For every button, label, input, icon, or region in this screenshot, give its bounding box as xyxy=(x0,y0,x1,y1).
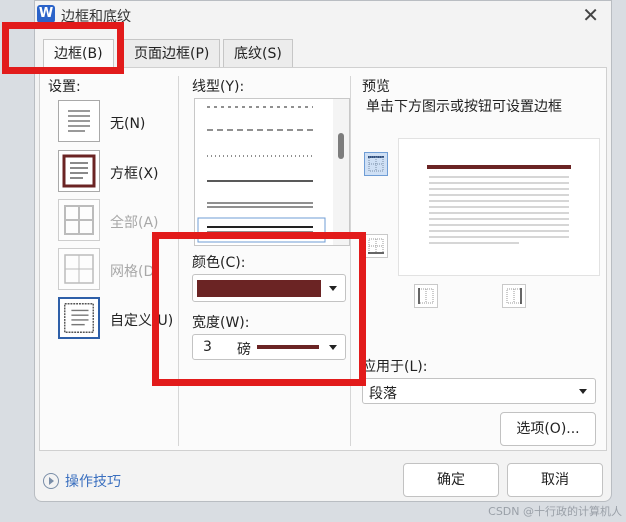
chevron-down-icon xyxy=(329,345,337,350)
settings-label: 设置: xyxy=(48,79,81,95)
bottom-border-button-icon[interactable] xyxy=(364,234,388,258)
line-style-list[interactable] xyxy=(194,98,350,246)
tab-bar: 边框(B) 页面边框(P) 底纹(S) xyxy=(35,39,611,70)
preview-hint: 单击下方图示或按钮可设置边框 xyxy=(366,99,562,115)
apply-to-value: 段落 xyxy=(369,386,397,402)
width-line-sample xyxy=(257,345,319,349)
width-label: 宽度(W): xyxy=(192,315,250,331)
width-dropdown[interactable]: 3 磅 xyxy=(192,334,346,360)
tab-borders[interactable]: 边框(B) xyxy=(43,39,114,70)
line-style-label: 线型(Y): xyxy=(192,79,245,95)
wps-app-icon: W xyxy=(37,5,55,23)
line-style-scrollbar[interactable] xyxy=(333,99,349,245)
watermark-text: CSDN @十行政的计算机人 xyxy=(488,505,622,518)
chevron-down-icon xyxy=(579,389,587,394)
column-divider-right xyxy=(350,76,351,446)
width-value: 3 xyxy=(203,339,212,355)
setting-box-label: 方框(X) xyxy=(110,166,159,182)
borders-shading-dialog: W 边框和底纹 ✕ 边框(B) 页面边框(P) 底纹(S) 设置: 无(N) 方… xyxy=(34,0,612,502)
setting-grid-label: 网格(D) xyxy=(110,264,160,280)
setting-none-label: 无(N) xyxy=(110,116,146,132)
apply-to-label: 应用于(L): xyxy=(362,359,428,375)
setting-custom-icon[interactable] xyxy=(58,297,100,339)
color-swatch xyxy=(197,280,321,297)
play-circle-icon xyxy=(43,473,59,489)
dialog-title: 边框和底纹 xyxy=(61,9,131,25)
color-dropdown[interactable] xyxy=(192,274,346,302)
ok-button[interactable]: 确定 xyxy=(403,463,499,497)
setting-box-icon[interactable] xyxy=(58,150,100,192)
title-bar: W 边框和底纹 ✕ xyxy=(35,1,611,31)
color-label: 颜色(C): xyxy=(192,255,246,271)
column-divider-left xyxy=(178,76,179,446)
cancel-button[interactable]: 取消 xyxy=(507,463,603,497)
close-icon[interactable]: ✕ xyxy=(582,3,599,27)
top-border-button-icon[interactable] xyxy=(364,152,388,176)
apply-to-dropdown[interactable]: 段落 xyxy=(362,378,596,404)
setting-none-icon[interactable] xyxy=(58,100,100,142)
preview-area[interactable] xyxy=(398,138,600,276)
chevron-down-icon xyxy=(329,286,337,291)
setting-all-label: 全部(A) xyxy=(110,215,159,231)
borders-panel: 设置: 无(N) 方框(X) 全部(A) 网格(D) 自定义(U) 线型(Y):… xyxy=(39,67,607,451)
tab-page-border[interactable]: 页面边框(P) xyxy=(123,39,221,68)
tab-shading[interactable]: 底纹(S) xyxy=(223,39,293,68)
setting-custom-label: 自定义(U) xyxy=(110,313,174,329)
tips-label: 操作技巧 xyxy=(65,474,121,490)
preview-label: 预览 xyxy=(362,79,390,95)
setting-all-icon[interactable] xyxy=(58,199,100,241)
width-unit: 磅 xyxy=(237,342,251,358)
line-style-scroll-thumb[interactable] xyxy=(338,133,344,159)
options-button[interactable]: 选项(O)... xyxy=(500,412,596,446)
right-border-button-icon[interactable] xyxy=(502,284,526,308)
left-border-button-icon[interactable] xyxy=(414,284,438,308)
setting-grid-icon[interactable] xyxy=(58,248,100,290)
tips-link[interactable]: 操作技巧 xyxy=(43,471,121,491)
